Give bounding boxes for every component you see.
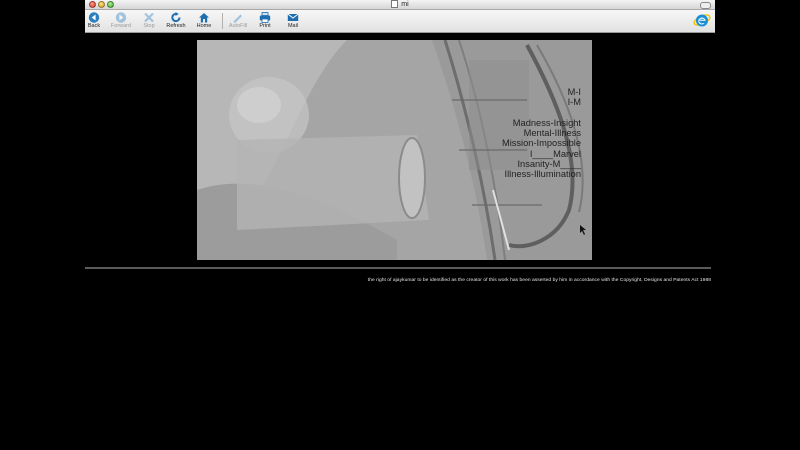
image-text-line: Mission-Impossible xyxy=(501,138,581,149)
back-arrow-icon xyxy=(88,12,100,23)
document-icon xyxy=(391,0,399,9)
window-title: mi xyxy=(85,0,715,9)
image-text-line: Illness-Illumination xyxy=(504,169,581,180)
image-text-line: Insanity-M____ xyxy=(517,159,581,170)
mail-button[interactable]: Mail xyxy=(280,10,306,32)
image-text-line: Madness-Insight xyxy=(512,117,581,128)
main-image: M-I I-M Madness-Insight Mental-Illness M… xyxy=(197,40,592,260)
mail-label: Mail xyxy=(287,23,299,29)
forward-arrow-icon xyxy=(115,12,127,23)
image-text-block: M-I I-M Madness-Insight Mental-Illness M… xyxy=(502,87,581,180)
window-title-text: mi xyxy=(401,1,409,8)
envelope-icon xyxy=(287,13,299,21)
image-text-line: Mental-Illness xyxy=(523,128,581,139)
stop-x-icon xyxy=(144,12,154,23)
image-text-line: I____Marvel xyxy=(529,148,581,159)
copyright-notice: the right of ajaykumar to be identified … xyxy=(367,278,711,283)
image-text-line: I-M xyxy=(567,97,581,108)
printer-icon xyxy=(259,12,271,23)
toolbar-toggle-button[interactable] xyxy=(700,2,711,9)
home-icon xyxy=(199,13,209,23)
refresh-icon xyxy=(171,12,181,23)
image-text-line: M-I xyxy=(567,87,581,97)
home-button[interactable]: Home xyxy=(191,10,217,32)
browser-window: mi Back Forward Stop Refresh Home AutoFi… xyxy=(85,0,715,33)
title-bar: mi xyxy=(85,0,715,10)
internet-explorer-logo-icon xyxy=(693,14,711,27)
image-text-line xyxy=(502,108,581,118)
toolbar: Back Forward Stop Refresh Home AutoFill … xyxy=(85,10,715,33)
home-label: Home xyxy=(196,23,212,29)
autofill-pencil-icon xyxy=(233,14,242,23)
horizontal-divider xyxy=(85,267,711,269)
